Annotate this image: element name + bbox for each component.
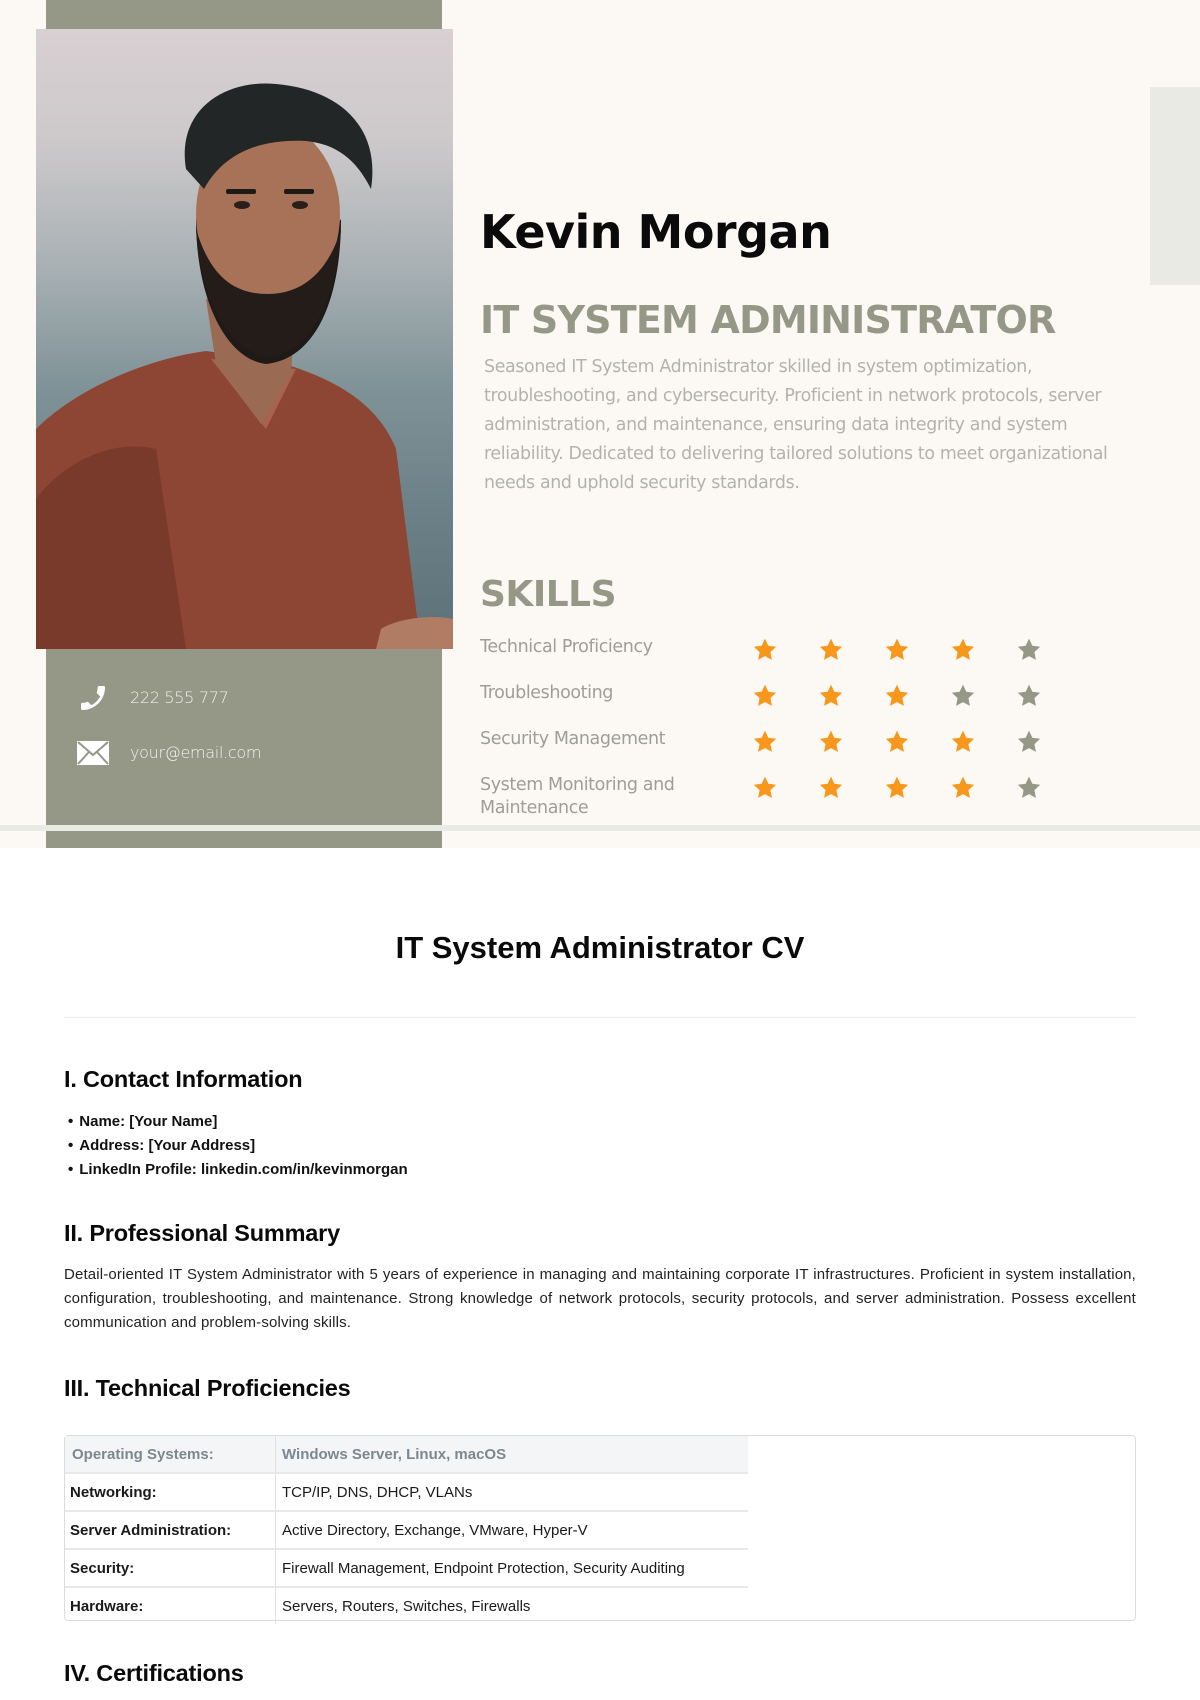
star-empty-icon [1016,637,1042,663]
proficiency-table: Operating Systems: Windows Server, Linux… [65,1436,748,1624]
section-heading-technical: III. Technical Proficiencies [64,1375,351,1401]
section-heading-contact: I. Contact Information [64,1066,303,1092]
summary-text: Detail-oriented IT System Administrator … [64,1266,1136,1331]
star-empty-icon [950,683,976,709]
table-cell-key: Security: [65,1549,276,1588]
contact-phone: 222 555 777 [46,670,442,725]
skill-row: Troubleshooting [480,679,1100,719]
star-filled-icon [884,775,910,801]
table-cell-key: Networking: [65,1473,276,1512]
star-filled-icon [818,775,844,801]
table-row: Server Administration: Active Directory,… [65,1511,748,1550]
list-item: Name: [Your Name] [68,1110,408,1134]
table-row: Security: Firewall Management, Endpoint … [65,1549,748,1588]
star-filled-icon [884,637,910,663]
star-filled-icon [752,637,778,663]
table-cell-value: Firewall Management, Endpoint Protection… [275,1549,748,1588]
skill-row: System Monitoring and Maintenance [480,771,1100,818]
star-empty-icon [1016,683,1042,709]
phone-number: 222 555 777 [130,688,229,707]
star-filled-icon [752,775,778,801]
decorative-strip [1150,87,1200,285]
title-divider [64,1017,1136,1018]
star-empty-icon [1016,729,1042,755]
list-item: LinkedIn Profile: linkedin.com/in/kevinm… [68,1158,407,1182]
star-filled-icon [818,637,844,663]
list-item: Address: [Your Address] [68,1134,408,1158]
section-heading-certifications: IV. Certifications [64,1660,244,1686]
email-address: your@email.com [130,743,262,762]
technical-proficiencies-table: Operating Systems: Windows Server, Linux… [64,1435,1136,1624]
star-filled-icon [884,683,910,709]
star-filled-icon [752,683,778,709]
star-filled-icon [818,683,844,709]
profile-bio: Seasoned IT System Administrator skilled… [484,357,1108,493]
job-title: IT SYSTEM ADMINISTRATOR [480,298,1056,342]
skill-label: Security Management [480,729,666,749]
table-cell-value: TCP/IP, DNS, DHCP, VLANs [275,1473,748,1512]
table-row: Operating Systems: Windows Server, Linux… [65,1436,748,1474]
contact-info-list: Name: [Your Name] Address: [Your Address… [68,1110,408,1182]
table-row: Hardware: Servers, Routers, Switches, Fi… [65,1587,748,1624]
star-filled-icon [884,729,910,755]
resume-banner: 222 555 777 your@email.com Kevin Morgan … [0,0,1200,848]
section-heading-summary: II. Professional Summary [64,1220,340,1246]
skill-row: Technical Proficiency [480,633,1100,673]
envelope-icon [76,736,110,770]
portrait-illustration [36,83,453,649]
star-empty-icon [1016,775,1042,801]
skills-heading: SKILLS [480,574,617,615]
phone-icon [76,681,110,715]
table-row: Networking: TCP/IP, DNS, DHCP, VLANs [65,1473,748,1512]
table-cell-key: Server Administration: [65,1511,276,1550]
contact-email: your@email.com [46,725,442,780]
skill-label: Technical Proficiency [480,637,653,657]
star-filled-icon [818,729,844,755]
table-cell-value: Windows Server, Linux, macOS [275,1436,748,1474]
table-cell-value: Active Directory, Exchange, VMware, Hype… [275,1511,748,1550]
banner-divider [0,825,1200,831]
table-cell-value: Servers, Routers, Switches, Firewalls [282,1597,531,1615]
table-cell-key: Operating Systems: [65,1436,276,1474]
cv-document: IT System Administrator CV I. Contact In… [0,848,1200,1700]
table-cell-key: Hardware: [65,1587,276,1624]
skill-row: Security Management [480,725,1100,765]
star-filled-icon [950,637,976,663]
skill-label: Troubleshooting [480,683,614,703]
contact-panel: 222 555 777 your@email.com [46,670,442,780]
star-filled-icon [950,729,976,755]
profile-photo [36,29,453,649]
candidate-name: Kevin Morgan [480,205,832,259]
star-filled-icon [752,729,778,755]
document-title: IT System Administrator CV [395,930,805,965]
skill-label: System Monitoring and Maintenance [480,775,675,818]
star-filled-icon [950,775,976,801]
